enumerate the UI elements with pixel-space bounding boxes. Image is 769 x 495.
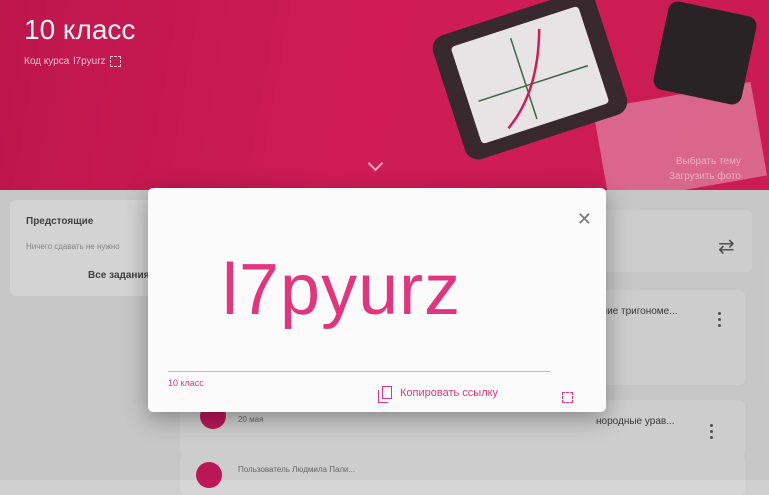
- close-icon[interactable]: ✕: [577, 210, 592, 228]
- dialog-course-name: 10 класс: [168, 378, 204, 388]
- class-code-display: l7pyurz: [222, 250, 462, 330]
- fullscreen-icon[interactable]: [562, 392, 573, 403]
- copy-link-button[interactable]: Копировать ссылку: [378, 386, 499, 403]
- copy-icon: [378, 386, 392, 403]
- dialog-divider: [168, 371, 550, 372]
- copy-link-label: Копировать ссылку: [400, 386, 499, 399]
- class-code-dialog: ✕ l7pyurz 10 класс Копировать ссылку: [148, 188, 606, 412]
